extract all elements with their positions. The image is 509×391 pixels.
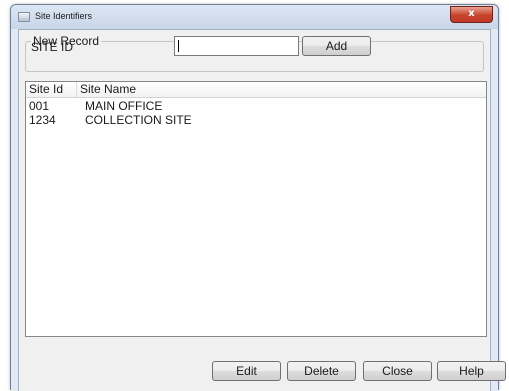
list-item[interactable]: 001 MAIN OFFICE bbox=[26, 99, 486, 113]
add-button[interactable]: Add bbox=[302, 36, 371, 56]
dialog-client-area: New Record SITE ID Add Site Id Site Name… bbox=[18, 29, 506, 391]
title-bar[interactable]: Site Identifiers x bbox=[11, 5, 498, 29]
delete-button[interactable]: Delete bbox=[287, 361, 356, 381]
edit-button[interactable]: Edit bbox=[212, 361, 281, 381]
site-id-cell: 001 bbox=[29, 99, 50, 113]
site-id-input[interactable] bbox=[174, 36, 299, 56]
list-item[interactable]: 1234 COLLECTION SITE bbox=[26, 113, 486, 127]
site-id-label: SITE ID bbox=[31, 40, 74, 54]
text-caret bbox=[178, 40, 179, 52]
site-name-cell: MAIN OFFICE bbox=[85, 99, 163, 113]
site-id-cell: 1234 bbox=[29, 113, 56, 127]
column-header-site-id[interactable]: Site Id bbox=[26, 82, 77, 97]
window-title: Site Identifiers bbox=[35, 11, 93, 21]
list-header: Site Id Site Name bbox=[26, 82, 486, 98]
site-name-cell: COLLECTION SITE bbox=[85, 113, 192, 127]
site-identifiers-window: Site Identifiers x New Record SITE ID Ad… bbox=[10, 4, 506, 391]
column-header-site-name[interactable]: Site Name bbox=[77, 82, 277, 97]
help-button[interactable]: Help bbox=[437, 361, 506, 381]
close-button[interactable]: Close bbox=[363, 361, 432, 381]
site-list[interactable]: Site Id Site Name 001 MAIN OFFICE 1234 C… bbox=[25, 81, 487, 337]
window-close-button[interactable]: x bbox=[450, 6, 493, 23]
window-icon bbox=[18, 12, 30, 22]
